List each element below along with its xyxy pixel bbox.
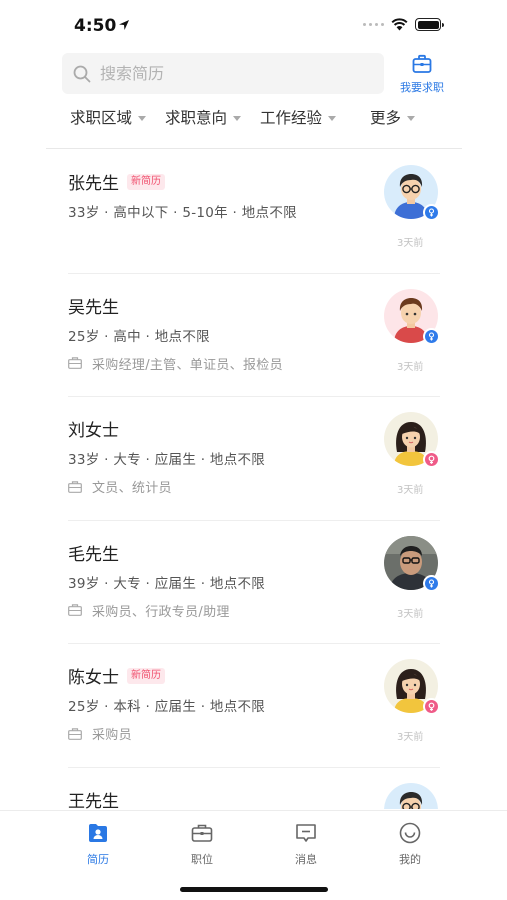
avatar xyxy=(384,782,438,809)
filter-experience[interactable]: 工作经验 xyxy=(260,106,337,128)
briefcase-icon xyxy=(68,727,92,740)
resume-card[interactable]: 张先生 新简历 33岁 · 高中以下 · 5-10年 · 地点不限 3天前 xyxy=(0,149,507,273)
filter-bar: 求职区域 求职意向 工作经验 更多 xyxy=(58,106,458,132)
avatar-image xyxy=(384,782,438,809)
update-time: 3天前 xyxy=(397,361,424,373)
briefcase-icon xyxy=(191,824,213,842)
dropdown-caret-icon xyxy=(407,115,416,121)
resume-list: 张先生 新简历 33岁 · 高中以下 · 5-10年 · 地点不限 3天前 吴先… xyxy=(0,149,507,809)
candidate-info: 33岁 · 大专 · 应届生 · 地点不限 xyxy=(68,452,266,468)
resume-icon xyxy=(89,824,107,842)
candidate-name: 毛先生 xyxy=(68,544,119,565)
job-intent: 文员、统计员 xyxy=(68,477,172,496)
location-arrow-icon xyxy=(119,20,129,30)
resume-card[interactable]: 毛先生 39岁 · 大专 · 应届生 · 地点不限 采购员、行政专员/助理 3天… xyxy=(0,519,507,644)
avatar xyxy=(384,288,440,345)
filter-intent[interactable]: 求职意向 xyxy=(165,106,242,128)
job-intent-text: 采购经理/主管、单证员、报检员 xyxy=(92,357,283,373)
message-icon xyxy=(296,824,316,842)
avatar xyxy=(384,165,440,221)
candidate-name: 张先生 xyxy=(68,174,119,194)
candidate-info: 25岁 · 本科 · 应届生 · 地点不限 xyxy=(68,699,266,715)
candidate-name: 刘女士 xyxy=(68,421,119,441)
avatar xyxy=(384,659,440,715)
job-intent-text: 文员、统计员 xyxy=(92,481,172,496)
female-icon xyxy=(423,451,440,468)
dropdown-caret-icon xyxy=(328,115,337,121)
job-intent-text: 采购员、行政专员/助理 xyxy=(92,604,230,620)
job-intent: 采购员、行政专员/助理 xyxy=(68,601,230,620)
name-row: 陈女士 新简历 xyxy=(68,663,165,688)
briefcase-icon xyxy=(68,480,92,493)
name-row: 王先生 xyxy=(68,787,119,810)
avatar xyxy=(384,412,440,468)
dropdown-caret-icon xyxy=(138,115,147,121)
resume-card[interactable]: 刘女士 33岁 · 大专 · 应届生 · 地点不限 文员、统计员 3天前 xyxy=(0,396,507,520)
tab-profile[interactable]: 我的 xyxy=(380,821,440,867)
update-time: 3天前 xyxy=(397,485,424,496)
signal-icon xyxy=(363,23,384,26)
candidate-name: 陈女士 xyxy=(68,668,119,688)
update-time: 3天前 xyxy=(397,608,424,620)
wifi-icon xyxy=(391,18,408,31)
tab-jobs[interactable]: 职位 xyxy=(172,821,232,867)
job-seeking-button[interactable]: 我要求职 xyxy=(396,53,448,97)
candidate-name: 吴先生 xyxy=(68,297,119,318)
male-icon xyxy=(423,204,440,221)
job-intent-text: 采购员 xyxy=(92,728,132,743)
name-row: 吴先生 xyxy=(68,293,119,318)
dropdown-caret-icon xyxy=(233,115,242,121)
search-input[interactable] xyxy=(100,64,360,83)
battery-icon xyxy=(415,18,444,31)
search-box[interactable] xyxy=(62,53,384,94)
resume-card[interactable]: 吴先生 25岁 · 高中 · 地点不限 采购经理/主管、单证员、报检员 3天前 xyxy=(0,272,507,397)
update-time: 3天前 xyxy=(397,238,424,249)
tab-resume[interactable]: 简历 xyxy=(68,821,128,867)
profile-icon xyxy=(399,822,421,844)
job-seeking-label: 我要求职 xyxy=(400,81,444,94)
name-row: 张先生 新简历 xyxy=(68,169,165,194)
name-row: 刘女士 xyxy=(68,416,119,441)
search-icon xyxy=(73,65,91,82)
filter-region[interactable]: 求职区域 xyxy=(70,106,147,128)
home-indicator xyxy=(180,887,328,892)
new-resume-badge: 新简历 xyxy=(127,173,165,190)
male-icon xyxy=(423,574,440,592)
briefcase-icon xyxy=(412,54,432,73)
resume-card[interactable]: 陈女士 新简历 25岁 · 本科 · 应届生 · 地点不限 采购员 3天前 xyxy=(0,643,507,767)
tab-messages[interactable]: 消息 xyxy=(276,821,336,867)
briefcase-icon xyxy=(68,357,92,369)
candidate-info: 25岁 · 高中 · 地点不限 xyxy=(68,328,210,345)
candidate-info: 39岁 · 大专 · 应届生 · 地点不限 xyxy=(68,575,266,592)
male-icon xyxy=(423,327,440,345)
job-intent: 采购员 xyxy=(68,724,132,743)
job-intent: 采购经理/主管、单证员、报检员 xyxy=(68,354,283,373)
briefcase-icon xyxy=(68,604,92,616)
candidate-name: 王先生 xyxy=(68,791,119,810)
status-bar: 4:50 xyxy=(0,0,507,50)
new-resume-badge: 新简历 xyxy=(127,667,165,684)
update-time: 3天前 xyxy=(397,732,424,743)
candidate-info: 33岁 · 高中以下 · 5-10年 · 地点不限 xyxy=(68,205,297,221)
status-time: 4:50 xyxy=(74,16,117,36)
avatar xyxy=(384,535,440,592)
female-icon xyxy=(423,698,440,715)
name-row: 毛先生 xyxy=(68,540,119,565)
resume-card[interactable]: 王先生 xyxy=(0,766,507,810)
filter-more[interactable]: 更多 xyxy=(370,106,416,128)
